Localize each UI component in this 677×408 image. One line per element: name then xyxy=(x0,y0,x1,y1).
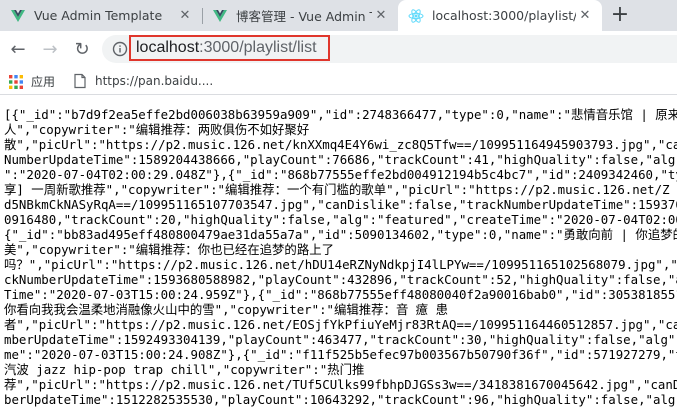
bookmark-pan-baidu[interactable]: https://pan.baidu.... xyxy=(72,73,213,89)
reload-icon: ↻ xyxy=(74,38,90,60)
bookmark-label: 应用 xyxy=(31,75,56,89)
json-text-line: 者","picUrl":"https://p2.music.126.net/EO… xyxy=(4,317,677,332)
forward-arrow-icon: → xyxy=(42,38,58,60)
json-text-line: 美","copywriter":"编辑推荐：你也已经在追梦的路上了 xyxy=(4,242,334,257)
json-text-line: NumberUpdateTime":1589204438666,"playCou… xyxy=(4,152,677,167)
json-text-line: berUpdateTime":1512282535530,"playCount"… xyxy=(4,392,677,407)
close-tab-icon[interactable]: ✕ xyxy=(372,7,390,25)
json-text-line: ":"2020-07-04T02:00:29.048Z"},{"_id":"86… xyxy=(4,167,677,182)
back-button[interactable]: ← xyxy=(4,35,32,63)
json-text-line: ckNumberUpdateTime":1593680588982,"playC… xyxy=(4,272,677,287)
tab-strip: Vue Admin Template ✕ 博客管理 - Vue Admin T … xyxy=(0,0,677,31)
json-text-line: {"_id":"bb83ad495eff480800479ae31da55a7a… xyxy=(4,227,677,242)
info-icon[interactable] xyxy=(112,41,128,57)
forward-button[interactable]: → xyxy=(36,35,64,63)
close-tab-icon[interactable]: ✕ xyxy=(576,7,594,25)
json-text-line: [{"_id":"b7d9f2ea5effe2bd006038b63959a90… xyxy=(4,107,677,122)
react-icon xyxy=(408,8,424,24)
url-highlight-box xyxy=(129,35,330,61)
tab-title: Vue Admin Template xyxy=(34,8,163,23)
json-response-body: [{"_id":"b7d9f2ea5effe2bd006038b63959a90… xyxy=(0,101,677,408)
back-arrow-icon: ← xyxy=(10,38,26,60)
close-tab-icon[interactable]: ✕ xyxy=(176,7,194,25)
new-tab-button[interactable]: + xyxy=(606,4,634,28)
reload-button[interactable]: ↻ xyxy=(68,35,96,63)
tab-playlist-list[interactable]: localhost:3000/playlist/ ✕ xyxy=(398,0,602,31)
vue-icon xyxy=(10,8,26,24)
apps-grid-icon xyxy=(9,74,23,89)
page-icon xyxy=(74,73,86,89)
json-text-line: 散","picUrl":"https://p2.music.126.net/kn… xyxy=(4,137,677,152)
json-text-line: Time":"2020-07-03T15:00:24.959Z"},{"_id"… xyxy=(4,287,677,302)
json-text-line: 吗？","picUrl":"https://p2.music.126.net/h… xyxy=(4,257,677,272)
bookmarks-bar: 应用 https://pan.baidu.... xyxy=(0,67,677,95)
tab-blog-admin[interactable]: 博客管理 - Vue Admin T ✕ xyxy=(202,0,398,31)
browser-toolbar: ← → ↻ xyxy=(0,31,677,67)
json-text-line: 汽波 jazz hip-pop trap chill","copywriter"… xyxy=(4,362,365,377)
tab-title: localhost:3000/playlist/ xyxy=(432,8,576,23)
json-text-line: mberUpdateTime":1592493304139,"playCount… xyxy=(4,332,677,347)
json-text-line: 0916480,"trackCount":20,"highQuality":fa… xyxy=(4,212,677,227)
bookmark-apps[interactable]: 应用 xyxy=(8,73,55,90)
json-text-line: 荐","picUrl":"https://p2.music.126.net/TU… xyxy=(4,377,677,392)
json-text-line: me":"2020-07-03T15:00:24.908Z"},{"_id":"… xyxy=(4,347,677,362)
json-text-line: d5NBkmCkNASyRqA==/109951165107703547.jpg… xyxy=(4,197,677,212)
tab-title: 博客管理 - Vue Admin T xyxy=(236,9,372,24)
bookmark-label: https://pan.baidu.... xyxy=(95,74,214,88)
json-text-line: 享] 一周新歌推荐","copywriter":"编辑推荐：一个有门槛的歌单",… xyxy=(4,182,670,197)
vue-icon xyxy=(212,8,228,24)
tab-vue-admin-template[interactable]: Vue Admin Template ✕ xyxy=(0,0,202,31)
json-text-line: 你看向我我会温柔地消融像火山中的雪","copywriter":"编辑推荐：音 … xyxy=(4,302,449,317)
json-text-line: 人","copywriter":"编辑推荐：两败俱伤不如好聚好 xyxy=(4,122,310,137)
